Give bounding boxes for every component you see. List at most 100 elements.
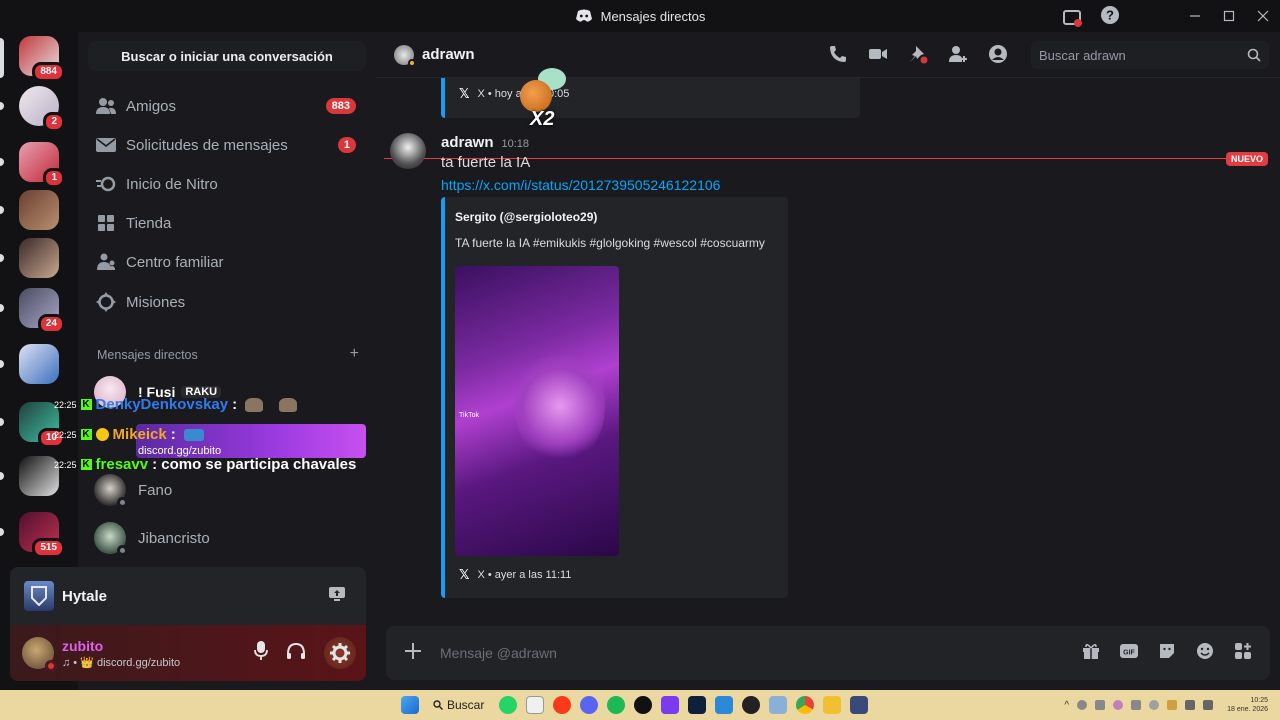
server-icon[interactable]: 10	[19, 402, 65, 448]
message-link[interactable]: https://x.com/i/status/20127395052461221…	[441, 177, 720, 193]
hytale-icon[interactable]	[849, 696, 868, 714]
guild-tag: RAKU	[181, 386, 222, 398]
opera-icon[interactable]	[552, 696, 571, 714]
message-author[interactable]: adrawn	[441, 134, 494, 151]
channel-avatar	[394, 44, 416, 67]
taskbar-clock[interactable]: 10:25 18 ene. 2026	[1227, 696, 1268, 714]
tray-icon[interactable]	[1167, 700, 1178, 710]
app-icon[interactable]	[525, 696, 544, 714]
nav-label: Misiones	[126, 293, 186, 311]
video-call-button[interactable]	[868, 44, 888, 69]
channel-search-input[interactable]: Buscar adrawn	[1031, 41, 1269, 69]
pinned-messages-button[interactable]	[908, 44, 928, 69]
maximize-icon	[1223, 10, 1235, 22]
user-avatar[interactable]	[22, 637, 57, 672]
nav-label: Tienda	[126, 214, 172, 232]
server-icon[interactable]: 24	[19, 288, 65, 334]
gif-button[interactable]: GIF	[1120, 642, 1138, 665]
server-unread-pill	[0, 206, 4, 214]
message-author-avatar[interactable]	[390, 133, 426, 169]
dm-item-fano[interactable]: Fano	[86, 468, 368, 512]
app-icon[interactable]	[633, 696, 652, 714]
file-explorer-icon[interactable]	[822, 696, 841, 714]
server-icon[interactable]	[19, 190, 59, 230]
close-button[interactable]	[1246, 0, 1280, 32]
stream-game-button[interactable]	[328, 586, 346, 607]
tray-chevron-icon[interactable]: ^	[1064, 700, 1069, 711]
tray-icon[interactable]	[1095, 700, 1106, 710]
nav-count-badge: 1	[337, 137, 356, 153]
sticker-button[interactable]	[1158, 642, 1176, 665]
app-icon[interactable]	[660, 696, 679, 714]
emoji-button[interactable]	[1196, 642, 1214, 665]
video-icon	[869, 49, 887, 59]
attach-button[interactable]	[404, 642, 422, 665]
maximize-button[interactable]	[1212, 0, 1246, 32]
help-button[interactable]: ?	[1100, 5, 1120, 30]
chat-main: adrawn Buscar adrawn 𝕏 X • hoy a las 10:…	[376, 32, 1280, 690]
tray-icon[interactable]	[1149, 700, 1160, 710]
server-icon[interactable]: 515	[19, 512, 65, 558]
status-dnd-dot	[45, 660, 57, 672]
gift-button[interactable]	[1082, 642, 1100, 665]
deafen-button[interactable]	[286, 642, 306, 665]
message-input[interactable]: Mensaje @adrawn	[440, 645, 1082, 661]
embed-video-thumbnail[interactable]: TikTok	[455, 266, 619, 556]
server-icon[interactable]: 884	[19, 36, 65, 82]
windows-start-icon[interactable]	[400, 696, 419, 714]
game-activity-panel[interactable]: Hytale	[10, 567, 366, 625]
obs-icon[interactable]	[741, 696, 760, 714]
app-icon[interactable]	[768, 696, 787, 714]
server-icon[interactable]: 2	[19, 86, 65, 132]
network-icon[interactable]	[1185, 700, 1196, 710]
mute-button[interactable]	[254, 640, 268, 666]
server-icon[interactable]	[19, 344, 59, 384]
server-icon[interactable]	[19, 238, 59, 278]
tray-icon[interactable]	[1131, 700, 1142, 710]
server-mention-badge: 884	[32, 62, 65, 82]
nav-item-nitro[interactable]: Inicio de Nitro	[86, 166, 368, 202]
embed-author[interactable]: Sergito (@sergioloteo29)	[455, 210, 597, 224]
photos-icon[interactable]	[714, 696, 733, 714]
inbox-button[interactable]	[1062, 8, 1082, 28]
tray-icon[interactable]	[1077, 700, 1088, 710]
message-composer: Mensaje @adrawn GIF	[386, 626, 1270, 680]
spotify-icon[interactable]	[606, 696, 625, 714]
dm-item-highlighted[interactable]: discord.gg/zubito	[136, 424, 366, 458]
minimize-button[interactable]	[1178, 0, 1212, 32]
tiktok-watermark: TikTok	[459, 412, 479, 419]
nav-item-family-center[interactable]: Centro familiar	[86, 244, 368, 280]
voice-call-button[interactable]	[828, 44, 848, 69]
phone-icon	[830, 46, 846, 62]
chrome-icon[interactable]	[795, 696, 814, 714]
dm-search-button[interactable]: Buscar o iniciar una conversación	[88, 41, 366, 71]
server-mention-badge: 1	[43, 168, 65, 188]
user-profile-button[interactable]	[988, 44, 1008, 69]
discord-icon[interactable]	[579, 696, 598, 714]
apps-button[interactable]	[1234, 642, 1252, 665]
dm-name: Jibancristo	[138, 529, 210, 547]
volume-icon[interactable]	[1203, 700, 1214, 710]
server-selected-pill	[0, 38, 4, 78]
server-icon[interactable]: 1	[19, 142, 65, 188]
terminal-icon[interactable]	[687, 696, 706, 714]
nav-label: Solicitudes de mensajes	[126, 136, 288, 154]
server-icon[interactable]	[19, 456, 59, 496]
avatar	[94, 474, 128, 508]
nav-item-friends[interactable]: Amigos 883	[86, 88, 368, 124]
whatsapp-icon[interactable]	[498, 696, 517, 714]
family-icon	[94, 250, 118, 274]
nav-item-quests[interactable]: Misiones	[86, 284, 368, 320]
dm-section-title: Mensajes directos	[97, 348, 198, 362]
taskbar-search[interactable]: Buscar	[433, 698, 484, 712]
add-dm-button[interactable]: +	[350, 346, 359, 362]
nav-item-shop[interactable]: Tienda	[86, 205, 368, 241]
dm-item-jibancristo[interactable]: Jibancristo	[86, 516, 368, 560]
settings-button[interactable]	[324, 637, 356, 669]
nav-item-message-requests[interactable]: Solicitudes de mensajes 1	[86, 127, 368, 163]
dm-item[interactable]: ! Fusi RAKU	[86, 370, 368, 414]
user-status: ♫ • 👑 discord.gg/zubito	[62, 656, 181, 669]
add-friends-to-dm-button[interactable]	[948, 44, 968, 69]
tray-icon[interactable]	[1113, 700, 1124, 710]
username: zubito	[62, 637, 104, 654]
